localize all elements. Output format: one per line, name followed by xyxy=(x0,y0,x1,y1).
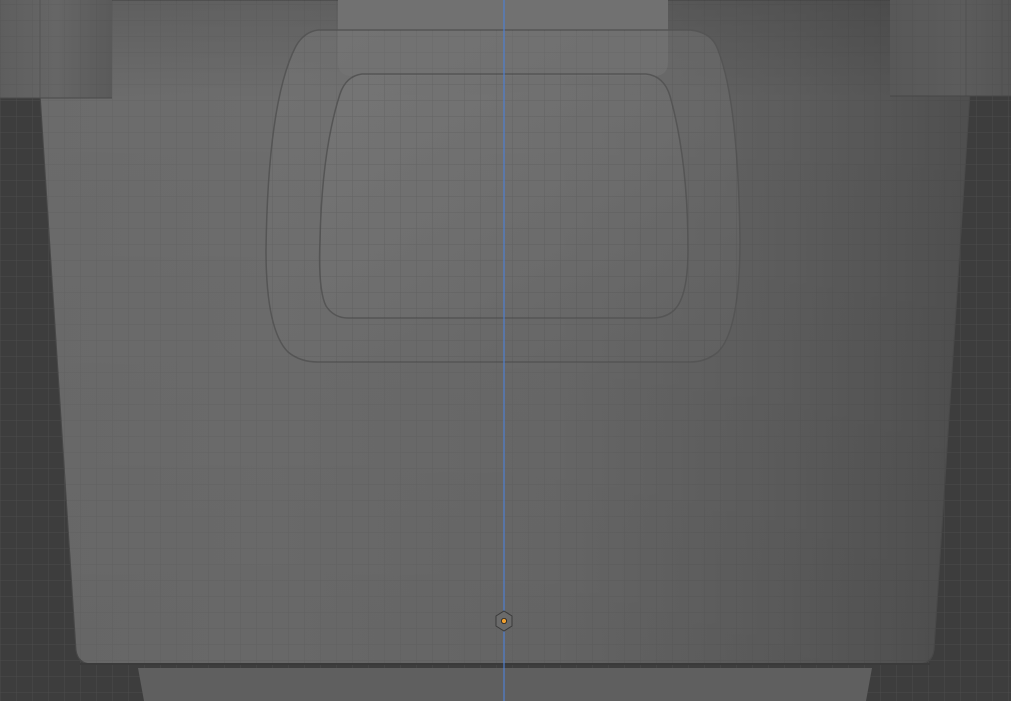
right-peg-mesh[interactable] xyxy=(890,0,1011,97)
object-origin-icon[interactable] xyxy=(495,610,513,632)
lower-block-mesh[interactable] xyxy=(138,668,872,701)
viewport-canvas[interactable] xyxy=(0,0,1011,701)
top-panel-mesh[interactable] xyxy=(265,29,741,363)
left-peg-mesh[interactable] xyxy=(0,0,112,99)
3d-viewport[interactable] xyxy=(0,0,1011,701)
